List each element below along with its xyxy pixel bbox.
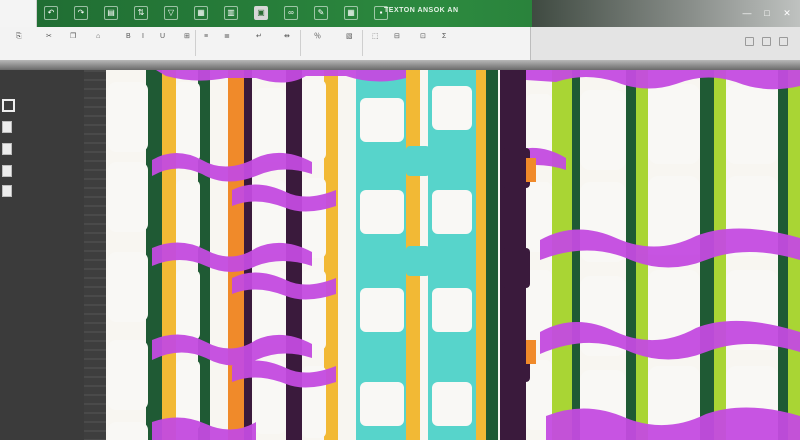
ribbon-shadow (0, 60, 800, 70)
redo-icon[interactable]: ↷ (74, 6, 88, 20)
minimize-icon[interactable]: — (742, 8, 752, 18)
border-icon[interactable]: ⊞ (184, 31, 190, 43)
ribbon-divider (362, 30, 363, 56)
insert-cells-icon[interactable]: ⬚ (372, 31, 379, 43)
folder-icon (2, 165, 12, 177)
grid-icon[interactable]: ▦ (344, 6, 358, 20)
title-bar: ↶ ↷ ▤ ⇅ ▽ ▦ ▥ ▣ ∞ ✎ ▦ ▪ TEXTON ANSOK AN … (0, 0, 800, 27)
ribbon-display-icon[interactable] (745, 37, 754, 46)
stripe-yellow (476, 70, 486, 440)
undo-icon[interactable]: ↶ (44, 6, 58, 20)
account-area (532, 0, 800, 27)
close-icon[interactable]: ✕ (782, 8, 792, 18)
ribbon-right-panel (531, 27, 800, 60)
ribbon-divider (195, 30, 196, 56)
conditional-format-icon[interactable]: ▧ (346, 31, 353, 43)
sort-icon[interactable]: ⇅ (134, 6, 148, 20)
chart-icon[interactable]: ▥ (224, 6, 238, 20)
underline-icon[interactable]: U (160, 31, 165, 43)
sheet-icon (2, 185, 12, 197)
nav-item[interactable] (2, 164, 16, 178)
file-tab[interactable] (0, 0, 37, 27)
align-center-icon[interactable]: ≣ (224, 31, 230, 43)
pattern-artwork (106, 70, 800, 440)
dark-notches (502, 148, 530, 382)
comments-icon[interactable] (779, 37, 788, 46)
pivot-icon[interactable]: ▣ (254, 6, 268, 20)
link-icon[interactable]: ∞ (284, 6, 298, 20)
cut-icon[interactable]: ✂ (46, 31, 52, 43)
ribbon: ⎘ ✂ ❐ ⌂ B I U ⊞ ≡ ≣ ↵ ⇹ ％ ▧ ⬚ ⊟ ⊡ Σ (0, 27, 800, 61)
table-icon (2, 98, 15, 112)
nav-item[interactable] (2, 184, 12, 198)
navigation-pane (0, 70, 84, 440)
wrap-text-icon[interactable]: ↵ (256, 31, 262, 43)
copy-icon[interactable]: ❐ (70, 31, 76, 43)
filter-icon[interactable]: ▽ (164, 6, 178, 20)
autosum-icon[interactable]: Σ (442, 31, 446, 43)
quick-access-toolbar: ↶ ↷ ▤ ⇅ ▽ ▦ ▥ ▣ ∞ ✎ ▦ ▪ (44, 6, 388, 20)
maximize-icon[interactable]: □ (762, 8, 772, 18)
format-painter-icon[interactable]: ⌂ (96, 31, 100, 43)
paste-icon[interactable]: ⎘ (16, 31, 22, 43)
table-icon[interactable]: ▦ (194, 6, 208, 20)
ribbon-commands: ⎘ ✂ ❐ ⌂ B I U ⊞ ≡ ≣ ↵ ⇹ ％ ▧ ⬚ ⊟ ⊡ Σ (0, 27, 531, 60)
share-icon[interactable] (762, 37, 771, 46)
italic-icon[interactable]: I (142, 31, 144, 43)
chart-icon (2, 143, 12, 155)
merge-icon[interactable]: ⇹ (284, 31, 290, 43)
format-icon[interactable]: ▤ (104, 6, 118, 20)
bold-icon[interactable]: B (126, 31, 131, 43)
nav-item[interactable] (2, 98, 19, 112)
delete-cells-icon[interactable]: ⊟ (394, 31, 400, 43)
format-cells-icon[interactable]: ⊡ (420, 31, 426, 43)
nav-item[interactable] (2, 142, 16, 156)
ribbon-divider (300, 30, 301, 56)
document-title: TEXTON ANSOK AN (384, 7, 459, 14)
document-canvas[interactable] (106, 70, 800, 440)
stripe-lime (552, 70, 572, 440)
stripe-dark-green (486, 70, 498, 440)
number-format-icon[interactable]: ％ (314, 31, 321, 43)
align-left-icon[interactable]: ≡ (204, 31, 208, 43)
row-header-strip (84, 70, 106, 440)
document-icon (2, 121, 12, 133)
stripe-dark-green (572, 70, 580, 440)
comment-icon[interactable]: ✎ (314, 6, 328, 20)
nav-item[interactable] (2, 120, 16, 134)
